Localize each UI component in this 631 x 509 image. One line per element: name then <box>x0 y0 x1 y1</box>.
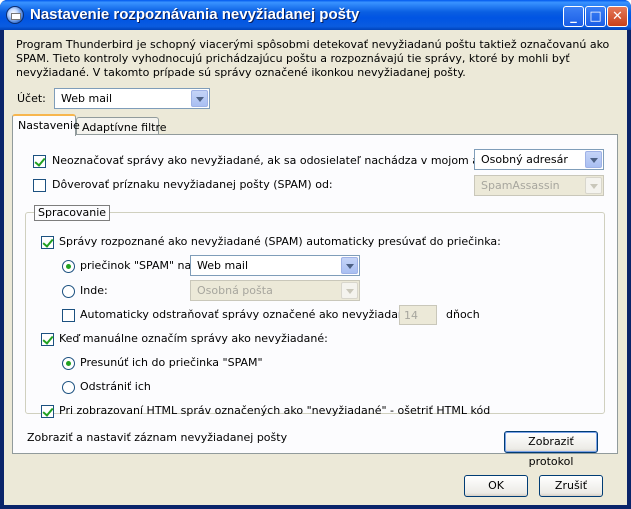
cancel-button[interactable]: Zrušiť <box>539 475 603 497</box>
purge-label[interactable]: Automaticky odstraňovať správy označené … <box>80 308 429 321</box>
chevron-down-icon[interactable] <box>341 257 358 274</box>
manual-delete-label[interactable]: Odstrániť ich <box>80 380 151 393</box>
processing-legend: Spracovanie <box>34 205 111 221</box>
window-title: Nastavenie rozpoznávania nevyžiadanej po… <box>30 6 360 23</box>
other-folder-label[interactable]: Inde: <box>80 284 108 297</box>
other-folder-select[interactable]: Osobná pošta <box>190 280 360 301</box>
whitelist-label[interactable]: Neoznačovať správy ako nevyžiadané, ak s… <box>52 154 521 167</box>
ok-button[interactable]: OK <box>464 475 528 497</box>
manual-mark-label[interactable]: Keď manuálne označím správy ako nevyžiad… <box>59 332 328 345</box>
minimize-button[interactable]: _ <box>563 6 584 27</box>
maximize-button[interactable]: □ <box>585 6 606 27</box>
close-button[interactable]: ✕ <box>607 6 628 27</box>
manual-mark-checkbox[interactable] <box>41 333 54 346</box>
processing-group: Spracovanie Správy rozpoznané ako nevyži… <box>25 205 605 418</box>
settings-tab-panel: Neoznačovať správy ako nevyžiadané, ak s… <box>12 134 618 454</box>
chevron-down-icon[interactable] <box>341 282 358 299</box>
chevron-down-icon[interactable] <box>191 90 208 107</box>
whitelist-addressbook-select[interactable]: Osobný adresár <box>474 149 604 170</box>
other-folder-radio[interactable] <box>62 285 75 298</box>
chevron-down-icon[interactable] <box>585 177 602 194</box>
dialog-window: Nastavenie rozpoznávania nevyžiadanej po… <box>0 0 631 509</box>
other-folder-select-value: Osobná pošta <box>197 284 273 297</box>
whitelist-select-value: Osobný adresár <box>481 153 568 166</box>
account-select[interactable]: Web mail <box>54 88 210 109</box>
show-log-button[interactable]: Zobraziť protokol <box>504 431 598 468</box>
manual-move-radio[interactable] <box>62 357 75 370</box>
thunderbird-app-icon <box>6 6 24 24</box>
title-bar[interactable]: Nastavenie rozpoznávania nevyžiadanej po… <box>0 0 631 30</box>
purge-checkbox[interactable] <box>62 309 75 322</box>
log-label: Zobraziť a nastaviť záznam nevyžiadanej … <box>27 431 288 444</box>
move-spam-label[interactable]: Správy rozpoznané ako nevyžiadané (SPAM)… <box>59 235 501 248</box>
account-select-value: Web mail <box>61 92 113 105</box>
move-spam-checkbox[interactable] <box>41 236 54 249</box>
trust-source-select[interactable]: SpamAssassin <box>474 175 604 196</box>
purge-days-input[interactable]: 14 <box>399 305 437 325</box>
spam-folder-label[interactable]: priečinok "SPAM" na: <box>80 259 195 272</box>
spam-folder-radio[interactable] <box>62 260 75 273</box>
spam-folder-account-select[interactable]: Web mail <box>190 255 360 276</box>
sanitize-html-label[interactable]: Pri zobrazovaní HTML správ označených ak… <box>59 404 490 417</box>
intro-text: Program Thunderbird je schopný viacerými… <box>16 38 610 79</box>
spam-folder-select-value: Web mail <box>197 259 249 272</box>
manual-move-label[interactable]: Presunúť ich do priečinka "SPAM" <box>80 356 263 369</box>
trust-select-value: SpamAssassin <box>481 179 560 192</box>
tab-settings[interactable]: Nastavenie <box>12 114 80 136</box>
purge-days-label: dňoch <box>446 308 480 321</box>
manual-delete-radio[interactable] <box>62 381 75 394</box>
trust-header-label[interactable]: Dôverovať príznaku nevyžiadanej pošty (S… <box>52 178 333 191</box>
dialog-body: Program Thunderbird je schopný viacerými… <box>4 30 627 505</box>
trust-header-checkbox[interactable] <box>33 179 46 192</box>
whitelist-checkbox[interactable] <box>33 155 46 168</box>
chevron-down-icon[interactable] <box>585 151 602 168</box>
sanitize-html-checkbox[interactable] <box>41 405 54 418</box>
account-label: Účet: <box>17 92 46 105</box>
